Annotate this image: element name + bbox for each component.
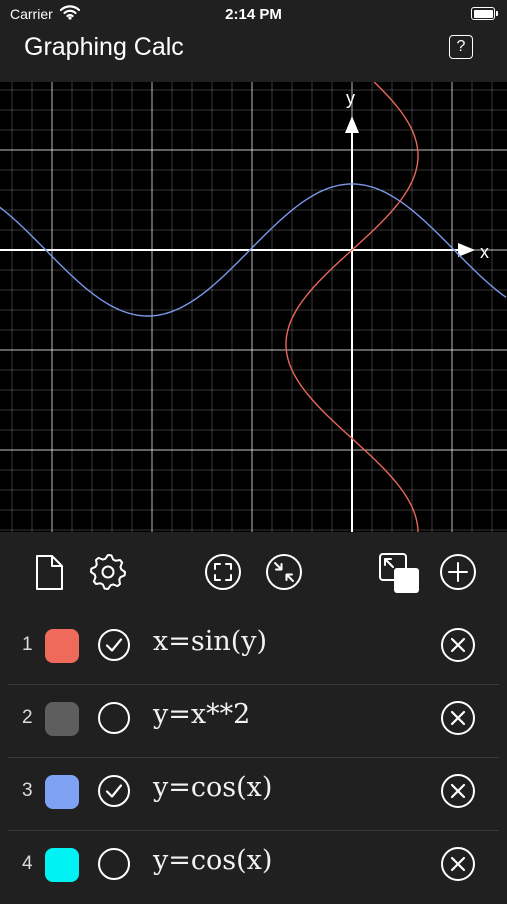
status-bar: Carrier 2:14 PM xyxy=(0,0,507,28)
major-grid-lines xyxy=(0,82,507,532)
x-axis-arrow xyxy=(458,243,475,257)
settings-gear-icon[interactable] xyxy=(88,552,128,592)
function-index: 4 xyxy=(22,853,33,874)
delete-icon[interactable] xyxy=(440,846,476,882)
app-title: Graphing Calc xyxy=(24,33,184,61)
function-list: 1 x=sin(y) 2 y=x**2 3 y=cos(x) 4 y=cos(x… xyxy=(0,612,507,904)
function-index: 2 xyxy=(22,707,33,728)
visibility-toggle[interactable] xyxy=(97,701,131,735)
y-axis-label: y xyxy=(346,88,355,108)
navigation-bar: Graphing Calc ? xyxy=(0,28,507,82)
function-row[interactable]: 3 y=cos(x) xyxy=(0,758,507,831)
color-swatch[interactable] xyxy=(45,775,79,809)
fit-view-icon[interactable] xyxy=(203,552,243,592)
function-expression[interactable]: y=cos(x) xyxy=(153,772,272,803)
clock-time: 2:14 PM xyxy=(225,6,282,23)
function-row[interactable]: 2 y=x**2 xyxy=(0,685,507,758)
graph-canvas[interactable]: x y xyxy=(0,82,507,532)
function-expression[interactable]: y=cos(x) xyxy=(153,845,272,876)
graph-plot[interactable]: x y xyxy=(0,82,507,532)
delete-icon[interactable] xyxy=(440,627,476,663)
delete-icon[interactable] xyxy=(440,700,476,736)
function-row[interactable]: 4 y=cos(x) xyxy=(0,831,507,904)
function-row[interactable]: 1 x=sin(y) xyxy=(0,612,507,685)
visibility-toggle[interactable] xyxy=(97,628,131,662)
add-icon[interactable] xyxy=(438,552,478,592)
x-axis-label: x xyxy=(480,242,489,262)
color-swatch[interactable] xyxy=(45,848,79,882)
function-index: 3 xyxy=(22,780,33,801)
color-swatch[interactable] xyxy=(45,702,79,736)
help-button[interactable]: ? xyxy=(449,35,473,59)
y-axis-arrow xyxy=(345,116,359,133)
layers-icon[interactable] xyxy=(378,552,419,593)
battery-icon xyxy=(471,7,498,20)
function-index: 1 xyxy=(22,634,33,655)
zoom-in-icon[interactable] xyxy=(264,552,304,592)
color-swatch[interactable] xyxy=(45,629,79,663)
function-expression[interactable]: x=sin(y) xyxy=(153,626,267,657)
delete-icon[interactable] xyxy=(440,773,476,809)
function-expression[interactable]: y=x**2 xyxy=(153,699,250,730)
new-document-icon[interactable] xyxy=(29,552,69,592)
toolbar xyxy=(0,532,507,612)
visibility-toggle[interactable] xyxy=(97,847,131,881)
visibility-toggle[interactable] xyxy=(97,774,131,808)
